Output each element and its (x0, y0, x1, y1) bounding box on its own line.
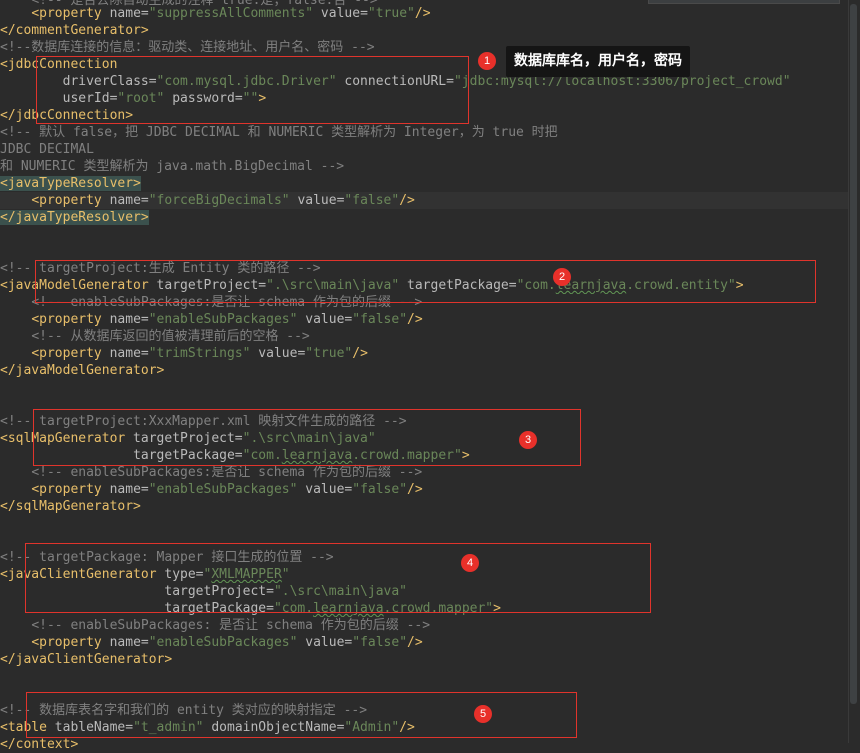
annotation-badge-2: 2 (553, 268, 571, 286)
code-line: <javaTypeResolver> (0, 175, 848, 192)
code-line: <property name="trimStrings" value="true… (31, 346, 368, 361)
annotation-box-3 (33, 409, 581, 466)
code-line: </javaModelGenerator> (0, 363, 165, 378)
code-line: <!-- 默认 false，把 JDBC DECIMAL 和 NUMERIC 类… (0, 125, 558, 140)
code-line: </sqlMapGenerator> (0, 499, 141, 514)
code-line: </commentGenerator> (0, 23, 149, 38)
code-line: JDBC DECIMAL (0, 142, 94, 157)
scrollbar-thumb[interactable] (850, 4, 857, 704)
code-line: <property name="suppressAllComments" val… (31, 6, 431, 21)
matched-tag-open: <javaTypeResolver> (0, 176, 141, 191)
annotation-box-2 (35, 260, 816, 303)
code-line: <property name="enableSubPackages" value… (31, 482, 423, 497)
code-line: </context> (0, 737, 79, 752)
code-line: 和 NUMERIC 类型解析为 java.math.BigDecimal --> (0, 159, 345, 174)
code-line: <property name="enableSubPackages" value… (31, 635, 423, 650)
code-line: <property name="enableSubPackages" value… (31, 312, 423, 327)
code-line: <!-- 从数据库返回的值被清理前后的空格 --> (31, 329, 310, 344)
find-bar[interactable] (648, 0, 840, 4)
code-line: </javaTypeResolver> (0, 209, 848, 226)
code-line: <!--数据库连接的信息：驱动类、连接地址、用户名、密码 --> (0, 40, 375, 55)
annotation-badge-3: 3 (519, 431, 537, 449)
code-line-current: <property name="forceBigDecimals" value=… (0, 192, 848, 209)
annotation-badge-4: 4 (461, 554, 479, 572)
annotation-tooltip: 数据库库名，用户名，密码 (506, 46, 690, 77)
matched-tag-close: </javaTypeResolver> (0, 210, 149, 225)
code-line: <!-- enableSubPackages:是否让 schema 作为包的后缀… (31, 465, 423, 480)
annotation-badge-1: 1 (478, 52, 496, 70)
code-line: </javaClientGenerator> (0, 652, 173, 667)
annotation-box-1 (36, 56, 469, 124)
annotation-box-4 (25, 543, 651, 613)
annotation-badge-5: 5 (474, 705, 492, 723)
annotation-box-5 (26, 692, 577, 738)
code-line: <!-- enableSubPackages: 是否让 schema 作为包的后… (31, 618, 431, 633)
